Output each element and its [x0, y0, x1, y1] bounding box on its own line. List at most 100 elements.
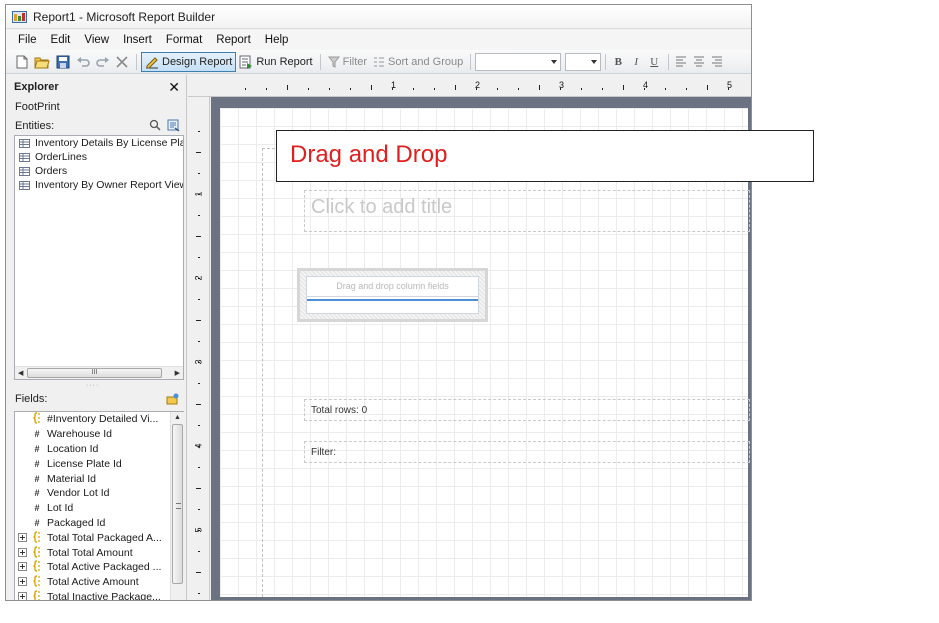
- table-drop-area[interactable]: Drag and drop column fields: [306, 276, 479, 314]
- expand-plus-icon[interactable]: [18, 577, 28, 587]
- entities-horizontal-scrollbar[interactable]: ◀ III ▶: [15, 366, 183, 379]
- bold-button[interactable]: B: [610, 53, 626, 71]
- menu-view[interactable]: View: [84, 34, 109, 46]
- field-label: Vendor Lot Id: [47, 487, 110, 500]
- field-item[interactable]: # Vendor Lot Id: [15, 486, 184, 501]
- expand-plus-icon[interactable]: [18, 547, 28, 558]
- menu-file[interactable]: File: [18, 34, 37, 46]
- entity-item[interactable]: Inventory By Owner Report View: [15, 178, 183, 192]
- aggregate-field-icon: [30, 560, 44, 574]
- entity-item[interactable]: OrderLines: [15, 150, 183, 164]
- expand-spacer: [18, 414, 28, 424]
- ruler-tick: [497, 88, 498, 90]
- field-item[interactable]: Total Inactive Package...: [15, 590, 184, 600]
- save-icon[interactable]: [54, 52, 72, 72]
- new-report-icon[interactable]: [14, 52, 30, 72]
- field-item[interactable]: Total Total Packaged A...: [15, 530, 184, 545]
- explorer-title: Explorer: [14, 81, 59, 93]
- ruler-number: 3: [193, 359, 204, 365]
- field-item[interactable]: Total Total Amount: [15, 545, 184, 560]
- undo-icon[interactable]: [74, 52, 92, 72]
- field-item[interactable]: Total Active Amount: [15, 575, 184, 590]
- design-report-button[interactable]: Design Report: [141, 51, 237, 72]
- expand-plus-icon[interactable]: [18, 591, 28, 600]
- ruler-tick: [198, 551, 200, 552]
- numeric-field-icon: #: [34, 443, 40, 454]
- entities-header: Entities:: [15, 119, 180, 132]
- align-center-icon[interactable]: [691, 52, 707, 72]
- field-item[interactable]: # Lot Id: [15, 501, 184, 516]
- field-item[interactable]: # Warehouse Id: [15, 427, 184, 442]
- fields-label: Fields:: [15, 393, 48, 405]
- field-item[interactable]: # Packaged Id: [15, 516, 184, 531]
- field-item[interactable]: # Location Id: [15, 442, 184, 457]
- menu-edit[interactable]: Edit: [51, 34, 71, 46]
- field-label: Material Id: [47, 472, 97, 485]
- scroll-left-icon[interactable]: ◀: [15, 369, 26, 377]
- open-folder-icon[interactable]: [32, 52, 52, 72]
- explorer-pane: Explorer ✕ FootPrint Entities: Inventory…: [6, 75, 187, 600]
- scroll-thumb[interactable]: [172, 424, 183, 584]
- vertical-ruler: 1 2 3 4 5: [188, 97, 210, 600]
- italic-button[interactable]: I: [628, 53, 644, 71]
- filter-label: Filter: [342, 55, 368, 68]
- entity-properties-icon[interactable]: [167, 119, 180, 132]
- table-placeholder[interactable]: Drag and drop column fields: [297, 268, 488, 322]
- sort-group-label: Sort and Group: [388, 55, 464, 68]
- expand-spacer: [18, 518, 28, 528]
- entity-label: Orders: [35, 165, 68, 177]
- fields-container: #Inventory Detailed Vi... # Warehouse Id # L…: [15, 412, 184, 600]
- search-icon[interactable]: [149, 119, 161, 131]
- field-label: Packaged Id: [47, 516, 106, 529]
- underline-button[interactable]: U: [646, 53, 662, 71]
- field-item[interactable]: #Inventory Detailed Vi...: [15, 412, 184, 427]
- font-family-select[interactable]: [475, 52, 562, 71]
- report-title-textbox[interactable]: Click to add title: [304, 190, 750, 232]
- close-icon[interactable]: ✕: [168, 80, 180, 94]
- field-label: License Plate Id: [47, 457, 122, 470]
- redo-icon[interactable]: [94, 52, 112, 72]
- align-left-icon[interactable]: [673, 52, 689, 72]
- menu-report[interactable]: Report: [216, 34, 251, 46]
- field-item[interactable]: # Material Id: [15, 471, 184, 486]
- entity-item[interactable]: Inventory Details By License Plate: [15, 136, 183, 150]
- ruler-number: 5: [727, 80, 733, 90]
- delete-icon[interactable]: [114, 52, 130, 72]
- toolbar-separator: [136, 53, 137, 70]
- font-size-select[interactable]: [565, 52, 602, 71]
- entity-item[interactable]: Orders: [15, 164, 183, 178]
- scroll-right-icon[interactable]: ▶: [172, 369, 183, 377]
- total-rows-textbox[interactable]: Total rows: 0: [304, 399, 750, 421]
- toolbar-separator: [668, 53, 670, 70]
- scroll-up-icon[interactable]: ▲: [174, 414, 181, 421]
- filter-button[interactable]: Filter: [325, 52, 370, 72]
- ruler-tick: [665, 88, 666, 90]
- menu-insert[interactable]: Insert: [123, 34, 152, 46]
- ruler-number: 2: [475, 80, 481, 90]
- field-item[interactable]: # License Plate Id: [15, 456, 184, 471]
- field-item[interactable]: Total Active Packaged ...: [15, 560, 184, 575]
- sort-group-button[interactable]: Sort and Group: [370, 52, 466, 72]
- expand-plus-icon[interactable]: [18, 562, 28, 572]
- datasource-name: FootPrint: [15, 101, 60, 113]
- run-report-button[interactable]: Run Report: [236, 52, 315, 72]
- expand-spacer: [18, 503, 28, 513]
- scroll-thumb[interactable]: III: [27, 368, 162, 378]
- align-right-icon[interactable]: [709, 52, 725, 72]
- run-report-icon: [239, 55, 253, 69]
- ruler-tick: [413, 88, 414, 90]
- ruler-tick: [198, 173, 200, 174]
- fields-vertical-scrollbar[interactable]: ▲: [170, 412, 184, 600]
- pane-splitter[interactable]: ····: [86, 382, 99, 389]
- expand-plus-icon[interactable]: [18, 532, 28, 543]
- add-calculated-field-icon[interactable]: [166, 393, 180, 405]
- ruler-tick: [455, 85, 456, 90]
- ruler-tick: [623, 85, 624, 90]
- entity-label: OrderLines: [35, 151, 87, 163]
- filter-text: Filter:: [311, 447, 336, 458]
- ruler-tick: [196, 488, 201, 489]
- filter-textbox[interactable]: Filter:: [304, 441, 750, 463]
- menu-help[interactable]: Help: [265, 34, 289, 46]
- window-title: Report1 - Microsoft Report Builder: [33, 9, 216, 24]
- menu-format[interactable]: Format: [166, 34, 202, 46]
